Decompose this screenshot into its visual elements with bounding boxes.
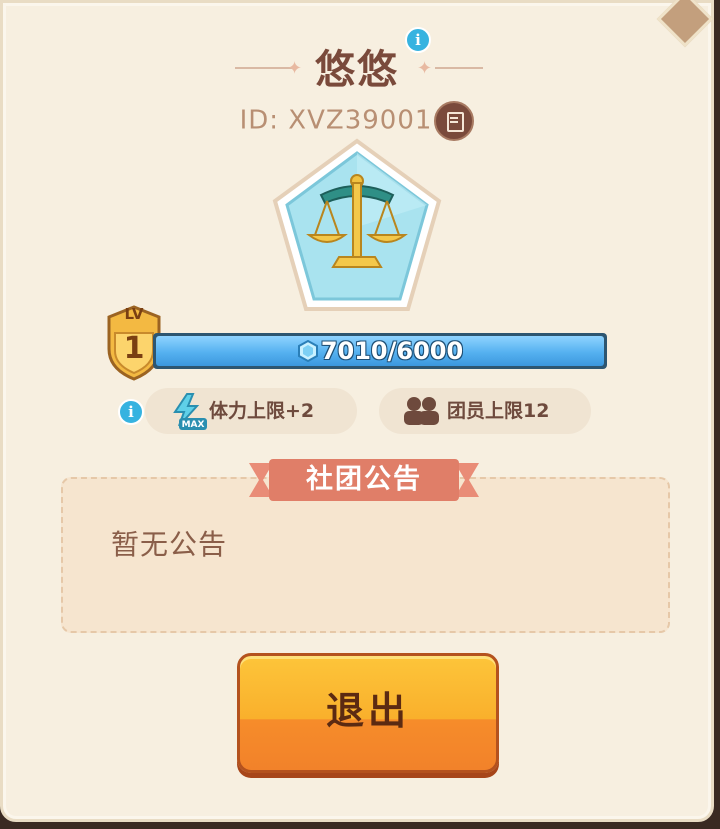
- level-label: LV: [124, 305, 144, 323]
- club-name: 悠悠: [315, 47, 399, 93]
- level-progress-text: 7010/6000: [153, 333, 607, 369]
- perks-info-icon[interactable]: i: [118, 399, 144, 425]
- notice-content: 暂无公告: [111, 528, 228, 561]
- perk-members: 团员上限12: [379, 388, 591, 434]
- club-id: ID: XVZ39001: [239, 105, 433, 136]
- gem-icon: [297, 340, 318, 362]
- notice-header: 社团公告: [306, 464, 422, 495]
- exit-button[interactable]: 退出: [237, 653, 499, 773]
- copy-id-icon[interactable]: [434, 101, 475, 141]
- perk-members-label: 团员上限12: [447, 400, 550, 422]
- title-row: 悠悠: [3, 37, 711, 95]
- title-info-icon[interactable]: i: [405, 27, 431, 53]
- perk-stamina-label: 体力上限+2: [209, 400, 315, 422]
- libra-emblem-icon: [272, 138, 442, 311]
- level-progress-bar: 7010/6000: [153, 333, 607, 369]
- members-icon: [404, 397, 439, 425]
- stamina-max-icon: MAX: [173, 393, 207, 430]
- svg-text:MAX: MAX: [182, 420, 205, 430]
- progress-value: 7010/6000: [320, 337, 464, 365]
- club-id-row: ID: XVZ39001: [3, 101, 711, 141]
- club-info-panel: ✦ ✦ 悠悠 i ID: XVZ39001 LV 1 7010/6000 i M…: [0, 0, 714, 822]
- level-value: 1: [123, 331, 145, 366]
- perk-stamina: MAX 体力上限+2: [145, 388, 357, 434]
